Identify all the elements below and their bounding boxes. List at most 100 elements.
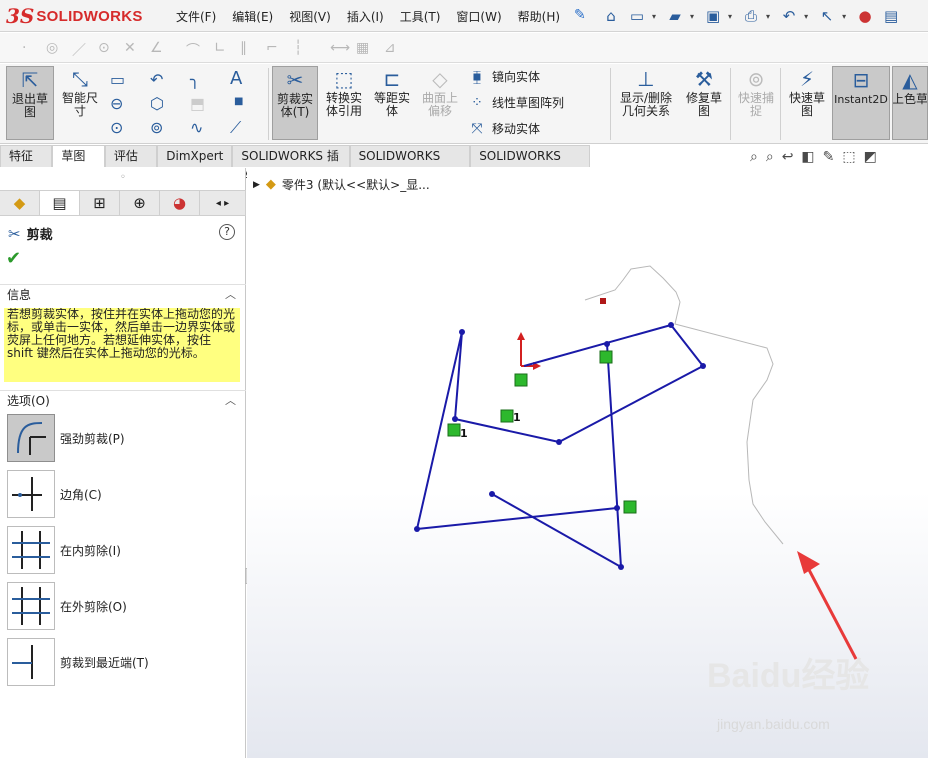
exit-sketch-button[interactable]: ⇱ 退出草图 xyxy=(6,66,54,140)
home-icon[interactable]: ⌂ xyxy=(600,5,622,27)
chevron-down-icon[interactable]: ▾ xyxy=(652,12,656,21)
tab-mbd[interactable]: SOLIDWORKS MBD xyxy=(349,145,471,184)
menu-view[interactable]: 视图(V) xyxy=(289,8,331,25)
quick-snaps-button[interactable]: ⊚ 快速捕捉 xyxy=(734,66,778,140)
cross-icon[interactable]: ✕ xyxy=(124,40,136,56)
vertical-dim-icon[interactable]: ┆ xyxy=(294,40,302,56)
menu-tools[interactable]: 工具(T) xyxy=(400,8,441,25)
save-icon[interactable]: ▣ xyxy=(702,5,724,27)
dynamic-annotation-icon[interactable]: ✎ xyxy=(823,149,835,165)
mirror-entities-button[interactable]: ⧯ 镜向实体 xyxy=(468,68,540,85)
menu-window[interactable]: 窗口(W) xyxy=(456,8,501,25)
instant2d-button[interactable]: ⊟ Instant2D xyxy=(832,66,890,140)
convert-entities-button[interactable]: ⬚ 转换实体引用 xyxy=(322,66,366,140)
slot-tool-icon[interactable]: ⊖ xyxy=(110,94,123,113)
move-entities-button[interactable]: ⤧ 移动实体 xyxy=(468,120,540,137)
chevron-down-icon[interactable]: ▾ xyxy=(690,12,694,21)
tab-cam[interactable]: SOLIDWORKS CAM xyxy=(470,145,591,184)
tab-dimxpert[interactable]: DimXpert xyxy=(157,145,233,167)
ellipse-tool-icon[interactable]: ⊚ xyxy=(150,118,163,137)
tab-features[interactable]: 特征 xyxy=(0,145,53,167)
view-orientation-icon[interactable]: ⬚ xyxy=(842,149,855,165)
chevron-down-icon[interactable]: ▾ xyxy=(728,12,732,21)
horizontal-dim-icon[interactable]: ⟷ xyxy=(330,40,350,56)
chevron-up-icon[interactable]: ︿ xyxy=(225,391,236,411)
corner-option[interactable] xyxy=(7,470,55,518)
repair-sketch-button[interactable]: ⚒ 修复草图 xyxy=(682,66,726,140)
info-section-header[interactable]: 信息 ︿ xyxy=(0,284,246,304)
rapid-sketch-button[interactable]: ⚡ 快速草图 xyxy=(784,66,830,140)
undo-icon[interactable]: ↶ xyxy=(778,5,800,27)
traffic-light-icon[interactable]: ● xyxy=(854,5,876,27)
text-tool-icon[interactable]: A xyxy=(230,68,242,89)
tab-addins[interactable]: SOLIDWORKS 插件 xyxy=(232,145,350,184)
trim-to-closest-option[interactable] xyxy=(7,638,55,686)
grid-icon[interactable]: ▦ xyxy=(356,40,369,56)
chevron-down-icon[interactable]: ▾ xyxy=(804,12,808,21)
trim-entities-button[interactable]: ✂ 剪裁实体(T) xyxy=(272,66,318,140)
previous-view-icon[interactable]: ↩ xyxy=(782,149,794,165)
rectangle-tool-icon[interactable]: ▭ xyxy=(110,70,125,89)
feature-tree-tab-icon[interactable]: ◆ xyxy=(0,191,40,215)
print-icon[interactable]: ⎙ xyxy=(740,5,762,27)
rectangle-corner-icon[interactable]: ⌐ xyxy=(266,40,278,56)
line-tool-icon[interactable]: ／ xyxy=(72,40,86,60)
dimxpert-manager-tab-icon[interactable]: ⊕ xyxy=(120,191,160,215)
arc-tool-icon[interactable]: ⌒ xyxy=(186,40,200,60)
menu-insert[interactable]: 插入(I) xyxy=(347,8,384,25)
trim-away-inside-option[interactable] xyxy=(7,526,55,574)
fillet-tool-icon[interactable]: ╮ xyxy=(190,70,200,89)
linear-pattern-button[interactable]: ⁘ 线性草图阵列 xyxy=(468,94,564,111)
trim-inside-icon xyxy=(12,531,50,569)
zoom-fit-icon[interactable]: ⌕ xyxy=(750,149,758,165)
smart-dimension-button[interactable]: ⤡ 智能尺寸 xyxy=(58,66,102,140)
circle-tool-icon[interactable]: ⊙ xyxy=(110,118,123,137)
ok-checkmark-icon[interactable]: ✔ xyxy=(6,248,21,269)
point-icon[interactable]: · xyxy=(22,40,26,56)
menu-edit[interactable]: 编辑(E) xyxy=(232,8,273,25)
display-manager-tab-icon[interactable]: ◕ xyxy=(160,191,200,215)
zoom-area-icon[interactable]: ⌕ xyxy=(766,149,774,165)
select-cursor-icon[interactable]: ↖ xyxy=(816,5,838,27)
chevron-down-icon[interactable]: ▾ xyxy=(842,12,846,21)
display-style-icon[interactable]: ◩ xyxy=(864,149,877,165)
corner-icon[interactable]: ∟ xyxy=(214,40,226,56)
section-view-icon[interactable]: ◧ xyxy=(801,149,814,165)
angle-dim-icon[interactable]: ⊿ xyxy=(384,40,396,56)
spline-tool-icon[interactable]: ∿ xyxy=(190,118,203,137)
pin-icon[interactable]: ✎ xyxy=(574,7,586,23)
centerline-tool-icon[interactable]: ⟋ xyxy=(230,118,241,138)
tab-sketch[interactable]: 草图 xyxy=(52,145,105,167)
panel-scroll-arrows[interactable]: ◂ ▸ xyxy=(200,191,246,215)
new-document-icon[interactable]: ▭ xyxy=(626,5,648,27)
menu-file[interactable]: 文件(F) xyxy=(176,8,216,25)
polygon-tool-icon[interactable]: ⬡ xyxy=(150,94,164,113)
tab-evaluate[interactable]: 评估 xyxy=(104,145,158,167)
options-section-header[interactable]: 选项(O) ︿ xyxy=(0,390,246,410)
display-relations-button[interactable]: ⊥ 显示/删除几何关系 xyxy=(614,66,678,140)
offset-entities-button[interactable]: ⊏ 等距实体 xyxy=(370,66,414,140)
parallel-icon[interactable]: ∥ xyxy=(240,40,247,56)
panel-collapse-handle[interactable]: ◦ xyxy=(0,168,246,188)
power-trim-option[interactable] xyxy=(7,414,55,462)
shaded-sketch-button[interactable]: ◭ 上色草图轮廓 xyxy=(892,66,928,140)
baidu-watermark-url: jingyan.baidu.com xyxy=(717,716,830,732)
line-tool-icon[interactable]: ↶ xyxy=(150,70,163,89)
angle-icon[interactable]: ∠ xyxy=(150,40,163,56)
trim-away-outside-option[interactable] xyxy=(7,582,55,630)
property-manager-tab-icon[interactable]: ▤ xyxy=(40,191,80,215)
chevron-up-icon[interactable]: ︿ xyxy=(225,285,236,305)
open-folder-icon[interactable]: ▰ xyxy=(664,5,686,27)
circle-tool-icon[interactable]: ◎ xyxy=(46,40,58,56)
offset-tool-icon[interactable]: ⬒ xyxy=(190,94,205,113)
point-tool-icon[interactable]: ■ xyxy=(234,96,243,107)
power-trim-label: 强劲剪裁(P) xyxy=(60,432,125,446)
menu-help[interactable]: 帮助(H) xyxy=(518,8,560,25)
graphics-area[interactable]: ▶ ◆ 零件3 (默认<<默认>_显... 1 1 Baidu经验 jingya… xyxy=(247,168,928,758)
surface-offset-button[interactable]: ◇ 曲面上偏移 xyxy=(418,66,462,140)
help-icon[interactable]: ? xyxy=(219,224,235,240)
configuration-manager-tab-icon[interactable]: ⊞ xyxy=(80,191,120,215)
options-icon[interactable]: ▤ xyxy=(880,5,902,27)
chevron-down-icon[interactable]: ▾ xyxy=(766,12,770,21)
center-circle-icon[interactable]: ⊙ xyxy=(98,40,110,56)
